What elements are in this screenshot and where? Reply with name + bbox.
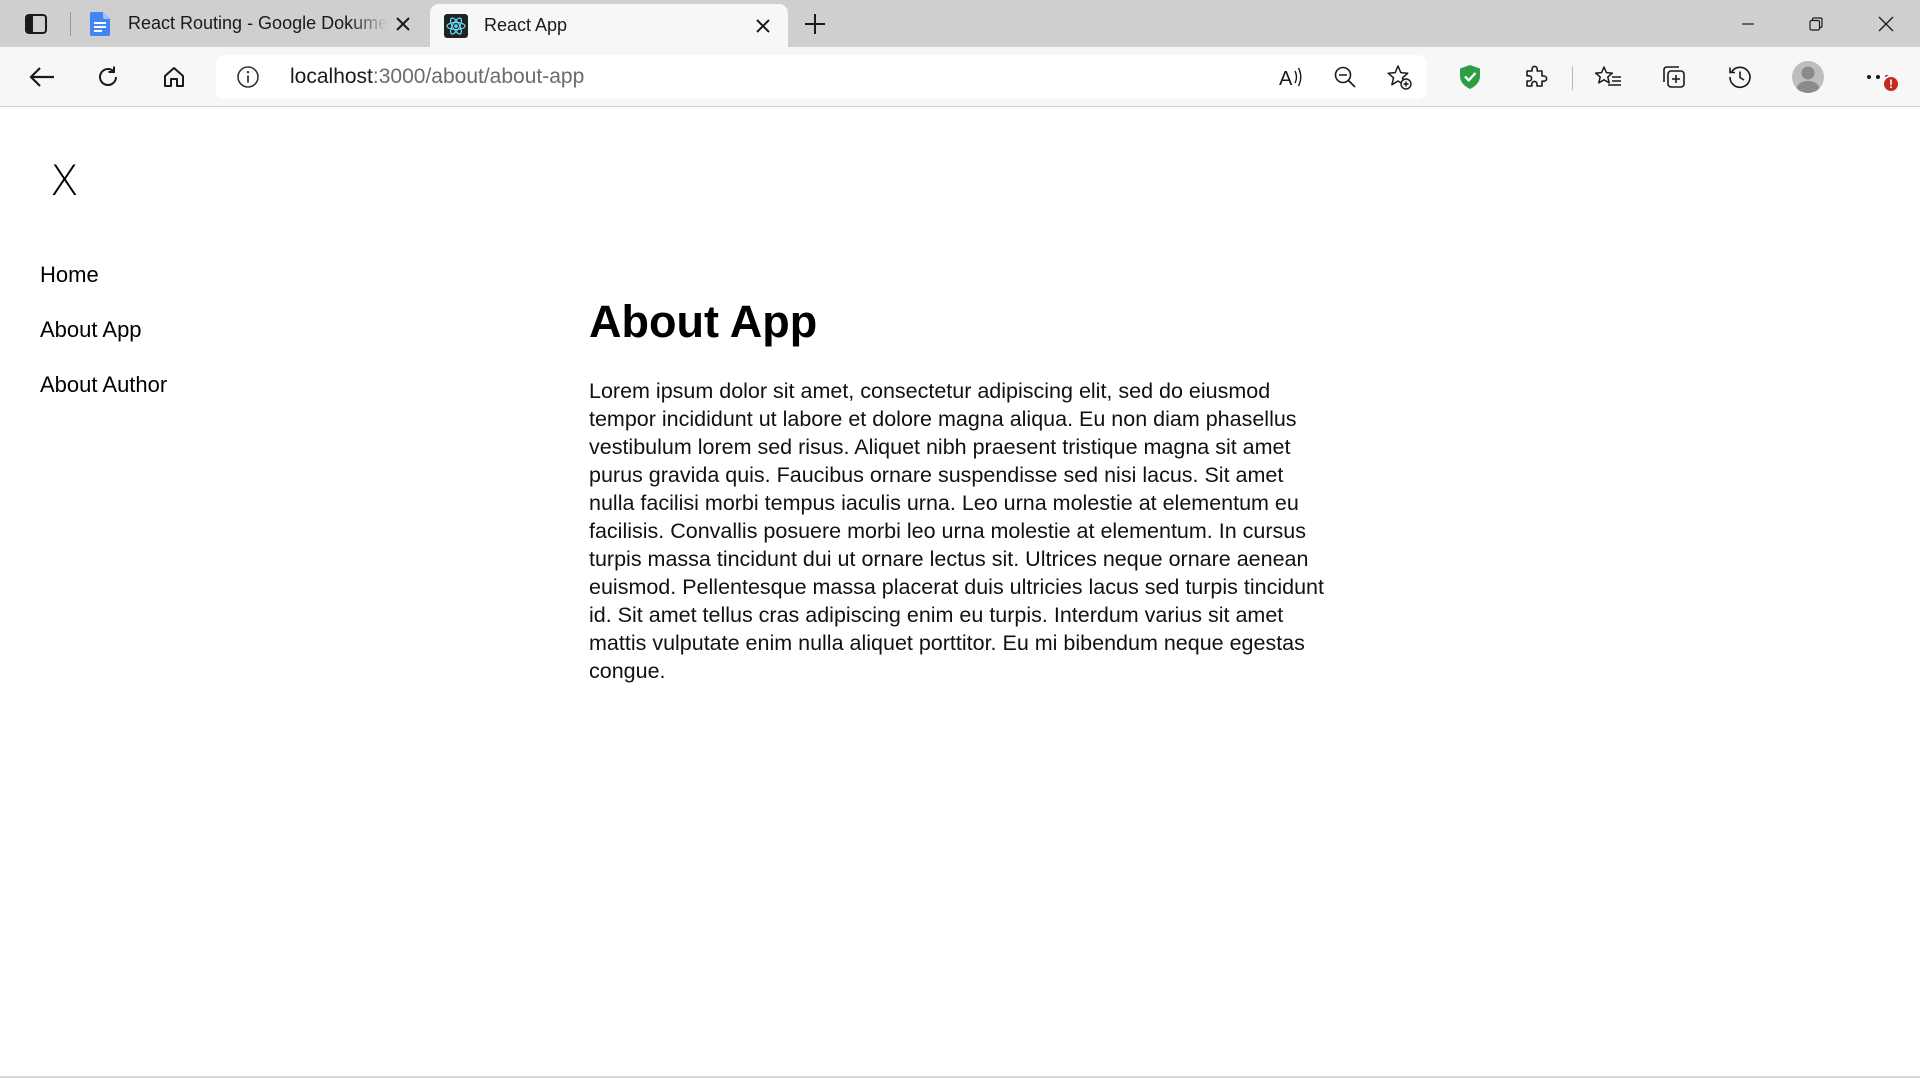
back-button[interactable] bbox=[22, 57, 62, 97]
side-nav: Home About App About Author bbox=[40, 262, 167, 427]
close-tab-icon[interactable] bbox=[748, 11, 778, 41]
nav-link-home[interactable]: Home bbox=[40, 262, 167, 317]
new-tab-button[interactable] bbox=[798, 10, 832, 38]
collections-button[interactable] bbox=[1654, 57, 1694, 97]
minimize-icon bbox=[1742, 22, 1754, 25]
history-button[interactable] bbox=[1720, 57, 1760, 97]
tab-react-routing-docs[interactable]: React Routing - Google Dokumente bbox=[74, 0, 428, 47]
profile-avatar[interactable] bbox=[1792, 61, 1824, 93]
shield-check-icon bbox=[1460, 65, 1480, 89]
notification-badge: ! bbox=[1882, 75, 1900, 93]
page-heading: About App bbox=[589, 296, 818, 347]
site-info-icon[interactable] bbox=[236, 65, 260, 89]
tab-strip: React Routing - Google Dokumente React A… bbox=[0, 0, 1920, 47]
back-arrow-icon bbox=[29, 67, 54, 87]
browser-toolbar: localhost:3000/about/about-app A ! bbox=[0, 47, 1920, 107]
svg-text:A: A bbox=[1279, 68, 1293, 88]
bottom-divider bbox=[0, 1076, 1920, 1078]
favorites-icon bbox=[1594, 66, 1621, 86]
tab-title: React App bbox=[484, 15, 568, 35]
tab-react-app[interactable]: React App bbox=[430, 4, 788, 47]
refresh-icon bbox=[99, 66, 117, 86]
tab-actions-icon bbox=[25, 14, 47, 34]
home-button[interactable] bbox=[154, 57, 194, 97]
page-content: X Home About App About Author About App … bbox=[0, 107, 1920, 1078]
refresh-button[interactable] bbox=[88, 57, 128, 97]
plus-icon bbox=[805, 14, 825, 34]
restore-button[interactable] bbox=[1782, 0, 1850, 47]
tab-title: React Routing - Google Dokumente bbox=[128, 13, 388, 33]
home-icon bbox=[164, 67, 184, 87]
security-extension-button[interactable] bbox=[1450, 57, 1490, 97]
url-path: :3000/about/about-app bbox=[372, 65, 585, 88]
restore-icon bbox=[1809, 16, 1823, 31]
nav-link-about-app[interactable]: About App bbox=[40, 317, 167, 372]
history-icon bbox=[1729, 66, 1751, 89]
extensions-button[interactable] bbox=[1516, 57, 1556, 97]
google-docs-icon bbox=[88, 11, 112, 36]
favorites-button[interactable] bbox=[1588, 57, 1628, 97]
url-text[interactable]: localhost:3000/about/about-app bbox=[290, 65, 584, 89]
tab-separator bbox=[70, 12, 71, 36]
read-aloud-icon[interactable]: A bbox=[1274, 61, 1308, 93]
avatar-icon bbox=[1796, 66, 1820, 93]
body-text: Lorem ipsum dolor sit amet, consectetur … bbox=[589, 379, 1324, 683]
close-menu-button[interactable]: X bbox=[50, 159, 79, 203]
close-window-button[interactable] bbox=[1852, 0, 1920, 47]
close-window-icon bbox=[1878, 16, 1894, 31]
minimize-button[interactable] bbox=[1714, 0, 1782, 47]
add-favorite-icon[interactable] bbox=[1382, 61, 1416, 93]
zoom-out-icon[interactable] bbox=[1328, 61, 1362, 93]
close-tab-icon[interactable] bbox=[388, 9, 418, 39]
main-content: About App Lorem ipsum dolor sit amet, co… bbox=[589, 295, 1334, 685]
react-icon bbox=[444, 13, 468, 38]
toolbar-divider bbox=[1572, 66, 1573, 90]
tab-actions-menu-button[interactable] bbox=[18, 12, 54, 36]
address-bar[interactable]: localhost:3000/about/about-app A bbox=[216, 55, 1426, 99]
url-host: localhost bbox=[290, 65, 373, 88]
puzzle-icon bbox=[1526, 65, 1548, 87]
nav-link-about-author[interactable]: About Author bbox=[40, 372, 167, 427]
collections-icon bbox=[1663, 66, 1685, 88]
